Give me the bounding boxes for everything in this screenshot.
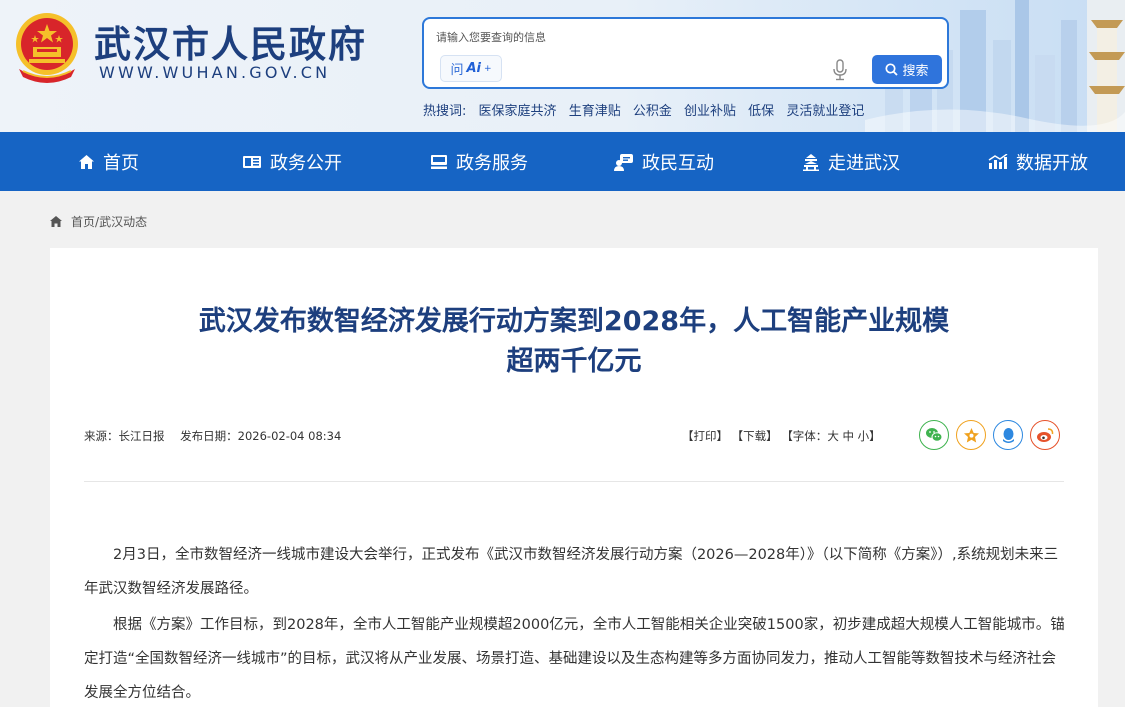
- national-emblem-logo: [16, 13, 78, 83]
- nav-item-label: 走进武汉: [828, 152, 900, 174]
- search-box: 请输入您要查询的信息 问 Ai + 搜索: [422, 17, 949, 89]
- breadcrumb: 首页/武汉动态: [49, 213, 147, 230]
- search-input[interactable]: 请输入您要查询的信息: [436, 29, 546, 45]
- site-title[interactable]: 武汉市人民政府: [94, 14, 367, 68]
- wechat-icon: [926, 428, 943, 442]
- article-source: 来源：长江日报: [84, 429, 165, 443]
- main-nav: 首页 政务公开 政务服务 政民互动 走进武汉 数据开放: [0, 132, 1125, 191]
- article-title-line: 武汉发布数智经济发展行动方案到2028年，人工智能产业规模: [198, 306, 950, 337]
- ask-ai-prefix: 问: [450, 63, 464, 78]
- hot-word-link[interactable]: 生育津贴: [569, 104, 621, 119]
- search-button[interactable]: 搜索: [872, 55, 942, 84]
- qq-icon: [1002, 427, 1014, 443]
- font-size-close: 】: [869, 429, 881, 443]
- article-paragraph: 2月3日，全市数智经济一线城市建设大会举行，正式发布《武汉市数智经济发展行动方案…: [84, 547, 1059, 597]
- article-panel: 武汉发布数智经济发展行动方案到2028年，人工智能产业规模 超两千亿元 来源：长…: [50, 248, 1098, 707]
- article-body: 2月3日，全市数智经济一线城市建设大会举行，正式发布《武汉市数智经济发展行动方案…: [84, 538, 1066, 707]
- nav-item-explore-wuhan[interactable]: 走进武汉: [802, 132, 900, 191]
- share-wechat-button[interactable]: [919, 420, 949, 450]
- hot-word-link[interactable]: 低保: [748, 104, 774, 119]
- microphone-icon[interactable]: [832, 59, 848, 81]
- hot-words-label: 热搜词:: [423, 104, 467, 119]
- download-button[interactable]: 【下载】: [732, 429, 778, 443]
- search-icon: [885, 63, 899, 76]
- chat-icon: [614, 153, 633, 171]
- nav-item-label: 数据开放: [1016, 152, 1088, 174]
- chart-icon: [988, 153, 1008, 169]
- nav-item-label: 政务服务: [456, 152, 528, 174]
- article-tools: 【打印】 【下载】 【字体：大 中 小】: [682, 428, 881, 444]
- hot-word-link[interactable]: 公积金: [633, 104, 672, 119]
- breadcrumb-current[interactable]: 武汉动态: [99, 215, 147, 229]
- nav-item-open-data[interactable]: 数据开放: [988, 132, 1088, 191]
- nav-item-government-affairs[interactable]: 政务公开: [242, 132, 342, 191]
- nav-item-home[interactable]: 首页: [78, 132, 139, 191]
- share-buttons: [919, 420, 1060, 450]
- article-meta: 来源：长江日报 发布日期：2026-02-04 08:34: [84, 428, 353, 444]
- hot-search-words: 热搜词: 医保家庭共济 生育津贴 公积金 创业补贴 低保 灵活就业登记: [423, 100, 872, 119]
- ai-label: Ai: [466, 61, 481, 76]
- print-button[interactable]: 【打印】: [682, 429, 728, 443]
- ai-plus-mark: +: [484, 63, 492, 74]
- nav-item-government-services[interactable]: 政务服务: [430, 132, 528, 191]
- share-weibo-button[interactable]: [1030, 420, 1060, 450]
- share-qq-button[interactable]: [993, 420, 1023, 450]
- home-icon: [79, 154, 94, 169]
- nav-item-label: 政民互动: [642, 152, 714, 174]
- nav-item-label: 政务公开: [270, 152, 342, 174]
- ask-ai-button[interactable]: 问 Ai +: [440, 55, 502, 82]
- nav-item-label: 首页: [103, 152, 139, 174]
- favorite-button[interactable]: [956, 420, 986, 450]
- search-button-label: 搜索: [902, 64, 929, 79]
- article-date: 发布日期：2026-02-04 08:34: [180, 429, 342, 443]
- favorite-icon: [963, 427, 979, 442]
- font-small-button[interactable]: 小: [858, 429, 870, 443]
- hot-word-link[interactable]: 创业补贴: [684, 104, 736, 119]
- article-title-line: 超两千亿元: [506, 346, 642, 377]
- hot-word-link[interactable]: 灵活就业登记: [786, 104, 864, 119]
- building-icon: [803, 153, 819, 171]
- service-icon: [431, 154, 447, 169]
- article-paragraph: 根据《方案》工作目标，到2028年，全市人工智能产业规模超2000亿元，全市人工…: [84, 617, 1065, 701]
- font-large-button[interactable]: 大: [827, 429, 839, 443]
- font-medium-button[interactable]: 中: [842, 429, 854, 443]
- breadcrumb-home[interactable]: 首页: [71, 215, 95, 229]
- site-header: 武汉市人民政府 WWW.WUHAN.GOV.CN 请输入您要查询的信息 问 Ai…: [0, 0, 1125, 132]
- font-size-label: 【字体：: [781, 429, 828, 443]
- nav-item-interaction[interactable]: 政民互动: [614, 132, 714, 191]
- site-url: WWW.WUHAN.GOV.CN: [99, 63, 331, 82]
- weibo-icon: [1037, 428, 1054, 442]
- home-icon: [50, 216, 62, 227]
- article-title: 武汉发布数智经济发展行动方案到2028年，人工智能产业规模 超两千亿元: [50, 302, 1098, 382]
- divider: [84, 481, 1064, 482]
- news-icon: [243, 155, 261, 168]
- hot-word-link[interactable]: 医保家庭共济: [479, 104, 557, 119]
